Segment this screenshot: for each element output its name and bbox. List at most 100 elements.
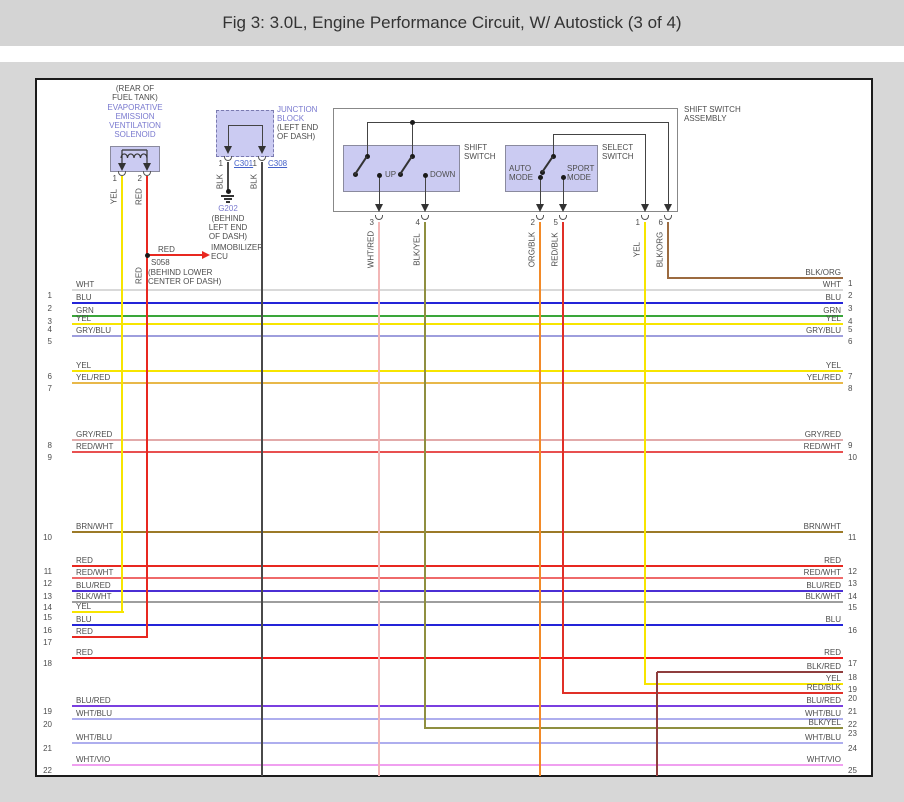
wire-blk-yel (424, 222, 426, 729)
wire-blk-org (668, 277, 843, 279)
wire-label: RED/WHT (803, 442, 841, 451)
circuit-line (668, 122, 669, 205)
wire-wht (72, 289, 843, 291)
wire-number: 23 (848, 729, 857, 738)
pin-number: 6 (658, 218, 663, 227)
circuit-line (262, 125, 263, 147)
wire-number: 24 (848, 744, 857, 753)
wire-label: WHT/BLU (805, 709, 841, 718)
connector-link[interactable]: C308 (268, 159, 287, 168)
wire-red-wht (72, 451, 843, 453)
wire-number: 17 (43, 638, 52, 647)
wire-red (72, 636, 148, 638)
wire-number: 15 (43, 613, 52, 622)
wire-gry-blu (72, 335, 843, 337)
circuit-line (425, 175, 426, 205)
arrow-right-icon (202, 251, 210, 259)
page-title: Fig 3: 3.0L, Engine Performance Circuit,… (222, 13, 682, 32)
wire-number: 25 (848, 766, 857, 775)
wire-label: RED (76, 648, 93, 657)
wire-label: YEL (632, 241, 642, 258)
up-contact-label: UP (385, 170, 397, 179)
wire-label: YEL (825, 674, 841, 683)
wire-yel (72, 611, 124, 613)
wire-blk-yel (425, 727, 843, 729)
wire-label: RED/BLK (550, 232, 560, 267)
wire-label: BLK/WHT (76, 592, 112, 601)
circuit-line (367, 122, 368, 156)
wire-number: 14 (848, 592, 857, 601)
wire-red (72, 657, 843, 659)
wire-label: BLU (825, 615, 841, 624)
circuit-line (379, 175, 380, 205)
junction-block-name-label: JUNCTION BLOCK (277, 105, 318, 123)
splice-feed-wire (148, 254, 202, 256)
arrow-down-icon (224, 146, 232, 154)
wire-label: BLU (76, 615, 92, 624)
wire-yel (121, 176, 123, 613)
wire-label: RED/WHT (803, 568, 841, 577)
wire-label: YEL (76, 602, 92, 611)
solenoid-name-label: EVAPORATIVE EMISSION VENTILATION SOLENOI… (107, 103, 163, 139)
circuit-line (228, 125, 262, 126)
wire-number: 6 (848, 337, 853, 346)
arrow-down-icon (559, 204, 567, 212)
wire-number: 6 (47, 372, 52, 381)
wire-number: 2 (848, 291, 853, 300)
pin-number: 1 (252, 159, 257, 168)
wire-number: 22 (848, 720, 857, 729)
wire-label: RED (76, 627, 93, 636)
wire-number: 1 (47, 291, 52, 300)
wire-label: YEL (76, 314, 92, 323)
wire-label: BLU/RED (806, 696, 841, 705)
wire-blk (261, 162, 263, 776)
wire-number: 21 (43, 744, 52, 753)
wire-label: WHT/BLU (805, 733, 841, 742)
wire-number: 19 (848, 685, 857, 694)
wire-label: YEL (825, 361, 841, 370)
wire-yel (72, 370, 843, 372)
wire-yel (644, 222, 646, 685)
pin-number: 1 (218, 159, 223, 168)
arrow-down-icon (421, 204, 429, 212)
wire-label: RED/WHT (76, 568, 114, 577)
wire-label: YEL (76, 361, 92, 370)
wire-wht-red (378, 222, 380, 776)
wire-label: RED (76, 556, 93, 565)
wire-number: 16 (848, 626, 857, 635)
pin-number: 2 (137, 174, 142, 183)
wire-blk-red (656, 672, 658, 776)
wire-number: 14 (43, 603, 52, 612)
wire-label: RED (824, 556, 841, 565)
wire-red-blk (563, 692, 843, 694)
shift-switch-label: SHIFT SWITCH (464, 143, 496, 161)
wire-label: BLK/ORG (805, 268, 841, 277)
pin-number: 3 (369, 218, 374, 227)
wire-label: WHT/BLU (76, 733, 112, 742)
wire-label: BLK/YEL (412, 233, 422, 266)
wire-label: GRY/RED (804, 430, 841, 439)
wire-label: BLU/RED (806, 581, 841, 590)
wire-label: RED/BLK (806, 683, 841, 692)
wire-number: 12 (848, 567, 857, 576)
wire-label: GRY/BLU (806, 326, 841, 335)
wire-label: YEL (825, 314, 841, 323)
immobilizer-ecu-label: IMMOBILIZER ECU (211, 243, 264, 261)
wire-blk-red (657, 671, 843, 673)
wire-yel (72, 323, 843, 325)
wire-blk-wht (72, 601, 843, 603)
wire-label: WHT/BLU (76, 709, 112, 718)
wire-red-blk (562, 222, 564, 694)
circuit-line (412, 122, 413, 156)
wire-label: YEL/RED (806, 373, 841, 382)
pin-number: 5 (553, 218, 558, 227)
wire-label: WHT (822, 280, 841, 289)
wire-number: 10 (848, 453, 857, 462)
wire-number: 9 (47, 453, 52, 462)
solenoid-location-label: (REAR OF FUEL TANK) (112, 84, 158, 102)
sport-mode-label: SPORT MODE (567, 164, 595, 182)
circuit-line (563, 177, 564, 205)
wire-number: 21 (848, 707, 857, 716)
wire-number: 17 (848, 659, 857, 668)
auto-mode-label: AUTO MODE (509, 164, 533, 182)
